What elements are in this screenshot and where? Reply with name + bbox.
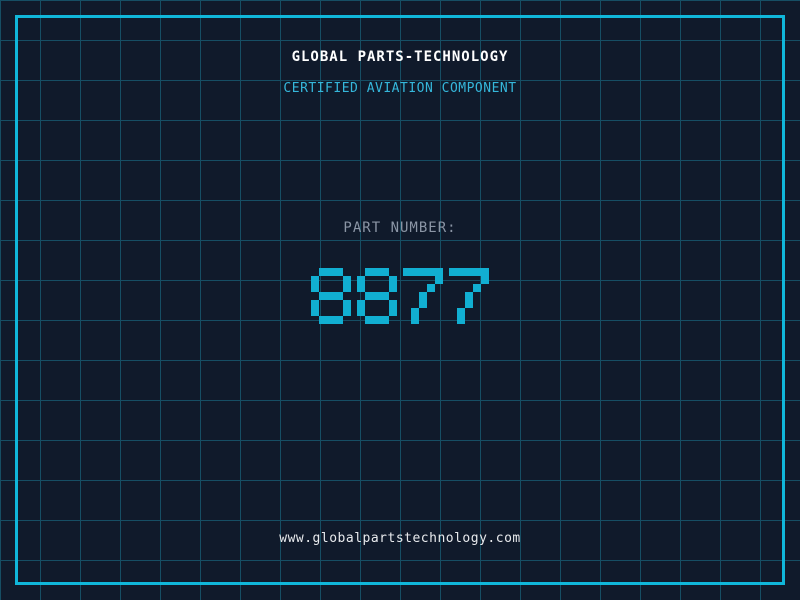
part-number-digit bbox=[403, 268, 443, 324]
footer-url: www.globalpartstechnology.com bbox=[279, 531, 521, 546]
page-title: GLOBAL PARTS-TECHNOLOGY bbox=[291, 49, 509, 65]
part-number bbox=[0, 268, 800, 324]
part-number-digit bbox=[357, 268, 397, 324]
page-subtitle: CERTIFIED AVIATION COMPONENT bbox=[283, 81, 517, 96]
part-number-digit bbox=[311, 268, 351, 324]
part-number-label: PART NUMBER: bbox=[343, 220, 457, 236]
part-number-digit bbox=[449, 268, 489, 324]
